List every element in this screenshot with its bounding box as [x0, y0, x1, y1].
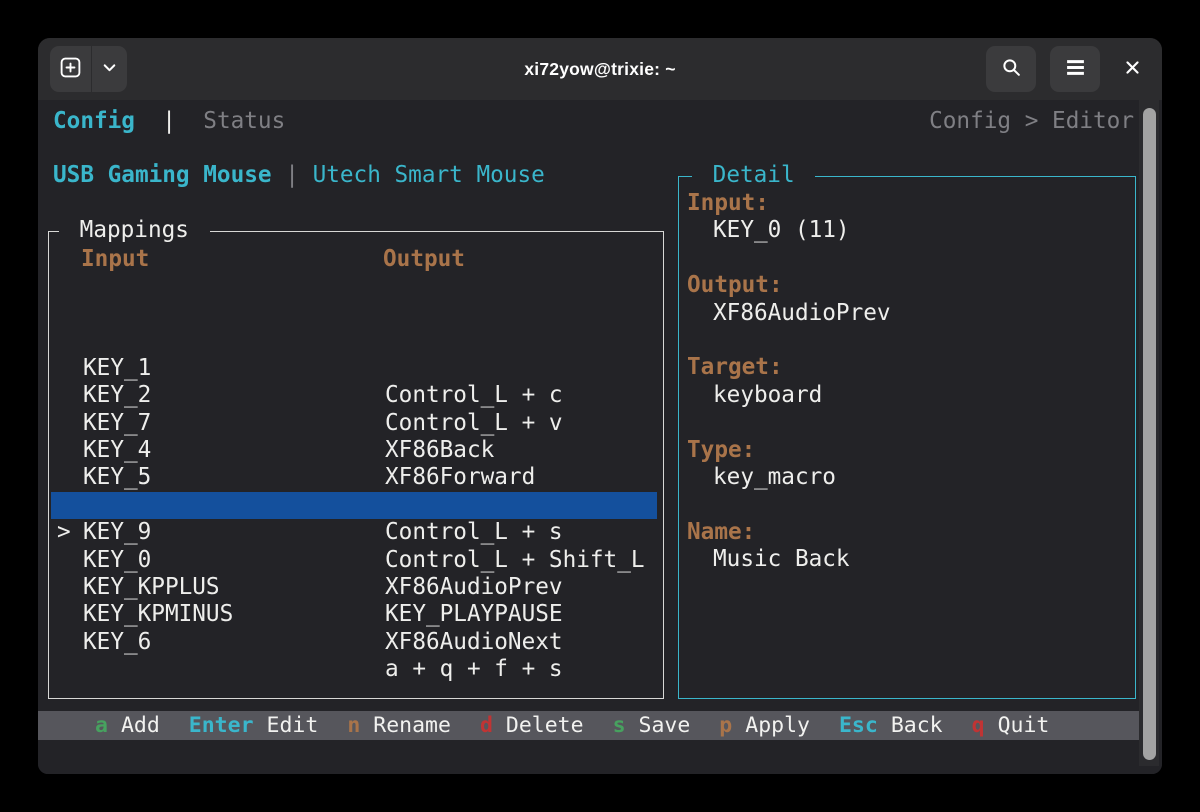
keybinding-label: Delete — [506, 712, 584, 739]
detail-field: Type: key_macro — [679, 437, 1135, 519]
keybinding-hint[interactable]: s Save — [613, 712, 691, 739]
keybinding-label: Add — [121, 712, 160, 739]
detail-field-value: KEY_0 (11) — [679, 217, 1135, 244]
keybinding-hint[interactable]: Esc Back — [839, 712, 943, 739]
keybinding-label: Quit — [998, 712, 1050, 739]
titlebar: xi72yow@trixie: ~ — [38, 38, 1162, 100]
keybinding-key: d — [480, 712, 493, 739]
detail-field-value: keyboard — [679, 382, 1135, 409]
keybinding-hint[interactable]: p Apply — [719, 712, 810, 739]
keybinding-key: Esc — [839, 712, 878, 739]
detail-field-label: Output: — [679, 272, 1135, 299]
scrollbar-thumb[interactable] — [1143, 108, 1156, 760]
mapping-rows: KEY_1 Control_L + c KEY_2 Control_L + v — [51, 300, 657, 601]
search-icon — [1001, 57, 1022, 81]
terminal-window: xi72yow@trixie: ~ — [38, 38, 1162, 774]
detail-field-label: Input: — [679, 190, 1135, 217]
cell-output: KEY_PLAYPAUSE — [385, 601, 563, 628]
detail-field-label: Type: — [679, 437, 1135, 464]
keybinding-key: Enter — [189, 712, 254, 739]
mappings-column-headers: Input Output — [49, 246, 663, 273]
detail-panel: Detail Input: KEY_0 (11) Output: XF86Aud… — [678, 176, 1136, 699]
table-row[interactable]: KEY_4 XF86Forward — [51, 382, 657, 409]
cell-output: a + q + f + s — [385, 656, 563, 683]
detail-field: Target: keyboard — [679, 354, 1135, 436]
detail-field-value: XF86AudioPrev — [679, 300, 1135, 327]
keybinding-label: Save — [639, 712, 691, 739]
table-row[interactable]: KEY_8 Control_L + s — [51, 437, 657, 464]
keybinding-label: Edit — [267, 712, 319, 739]
keybinding-hint[interactable]: q Quit — [972, 712, 1050, 739]
detail-field: Name: Music Back — [679, 519, 1135, 574]
keybinding-key: q — [972, 712, 985, 739]
column-header-input: Input — [81, 246, 149, 273]
table-row[interactable]: KEY_7 XF86Back — [51, 355, 657, 382]
app-tab-bar: Config | Status — [53, 108, 285, 135]
keybinding-hint[interactable]: n Rename — [347, 712, 451, 739]
keybinding-bar: a Add Enter Edit n Rename d Delete — [38, 711, 1139, 740]
detail-field: Input: KEY_0 (11) — [679, 190, 1135, 272]
table-row[interactable]: > KEY_0 XF86AudioPrev — [51, 492, 657, 519]
tab-config[interactable]: Config — [53, 108, 135, 134]
device-separator-space2 — [299, 162, 313, 188]
column-header-output: Output — [383, 246, 465, 273]
table-row[interactable]: KEY_6 a + q + f + s — [51, 574, 657, 601]
tab-separator — [135, 108, 162, 134]
keybinding-key: n — [347, 712, 360, 739]
table-row[interactable]: KEY_KPPLUS KEY_PLAYPAUSE — [51, 519, 657, 546]
breadcrumb: Config > Editor — [929, 108, 1134, 135]
keybinding-label: Back — [891, 712, 943, 739]
keybinding-label: Apply — [745, 712, 810, 739]
mappings-panel: Mappings Input Output KEY_1 Control_L + … — [48, 231, 664, 699]
detail-field-value: Music Back — [679, 546, 1135, 573]
detail-field-label: Target: — [679, 354, 1135, 381]
close-icon — [1123, 58, 1142, 80]
detail-field-label: Name: — [679, 519, 1135, 546]
hamburger-menu-icon — [1065, 59, 1086, 79]
table-row[interactable]: KEY_9 Control_L + Shift_L — [51, 464, 657, 491]
keybinding-key: p — [719, 712, 732, 739]
table-row[interactable]: KEY_1 Control_L + c — [51, 300, 657, 327]
device-inactive[interactable]: Utech Smart Mouse — [313, 162, 545, 188]
cell-output: XF86AudioNext — [385, 629, 563, 656]
detail-panel-title: Detail — [692, 162, 815, 189]
table-row[interactable]: KEY_KPMINUS XF86AudioNext — [51, 547, 657, 574]
tab-status[interactable]: Status — [203, 108, 285, 134]
mappings-panel-title: Mappings — [59, 217, 210, 244]
device-active[interactable]: USB Gaming Mouse — [53, 162, 272, 188]
desktop-background: xi72yow@trixie: ~ — [0, 0, 1200, 812]
table-row[interactable]: KEY_5 Control_L + Shift_L — [51, 410, 657, 437]
detail-field-value: key_macro — [679, 464, 1135, 491]
terminal-content: Config | Status Config > Editor USB Gami… — [38, 100, 1162, 774]
keybinding-label: Rename — [373, 712, 451, 739]
detail-fields: Input: KEY_0 (11) Output: XF86AudioPrev … — [679, 190, 1135, 574]
device-separator: | — [285, 162, 299, 188]
detail-field: Output: XF86AudioPrev — [679, 272, 1135, 354]
keybinding-hint[interactable]: a Add — [95, 712, 160, 739]
tab-separator-pipe: | — [162, 108, 176, 134]
device-selector: USB Gaming Mouse | Utech Smart Mouse — [53, 162, 545, 189]
tab-separator2 — [176, 108, 203, 134]
close-button[interactable] — [1114, 46, 1150, 92]
keybinding-hint[interactable]: d Delete — [480, 712, 584, 739]
search-button[interactable] — [986, 46, 1036, 92]
window-actions — [986, 46, 1162, 92]
menu-button[interactable] — [1050, 46, 1100, 92]
keybinding-key: s — [613, 712, 626, 739]
cell-input: KEY_6 — [83, 629, 151, 656]
keybinding-key: a — [95, 712, 108, 739]
keybinding-hint[interactable]: Enter Edit — [189, 712, 319, 739]
device-separator-space — [272, 162, 286, 188]
table-row[interactable]: KEY_2 Control_L + v — [51, 327, 657, 354]
